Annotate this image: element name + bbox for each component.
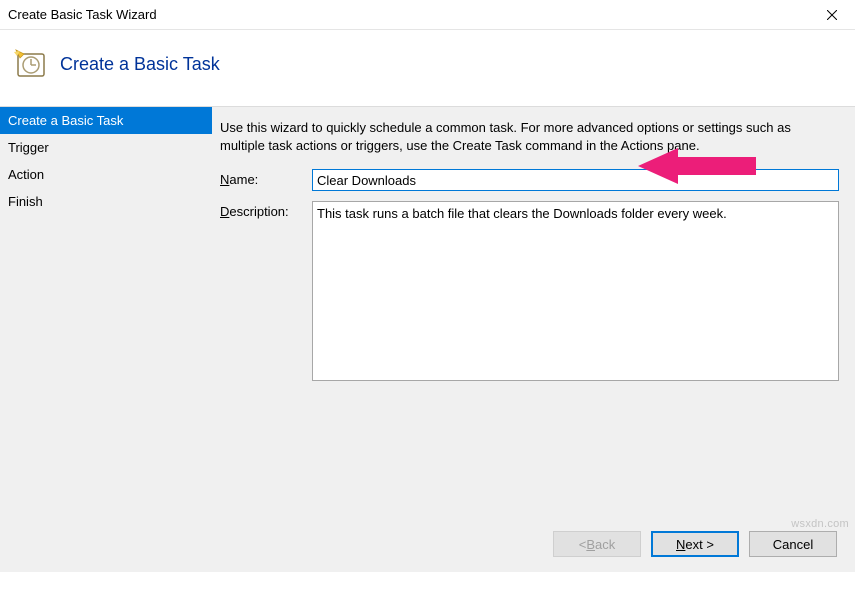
wizard-icon xyxy=(14,48,46,80)
footer-buttons: < Back Next > Cancel xyxy=(0,516,855,572)
wizard-title: Create a Basic Task xyxy=(60,54,220,75)
main-panel: Use this wizard to quickly schedule a co… xyxy=(212,107,855,516)
next-button[interactable]: Next > xyxy=(651,531,739,557)
sidebar-item-create-basic-task[interactable]: Create a Basic Task xyxy=(0,107,212,134)
description-row: Description: xyxy=(220,201,839,381)
description-input[interactable] xyxy=(312,201,839,381)
name-label: Name: xyxy=(220,169,312,187)
wizard-steps-sidebar: Create a Basic Task Trigger Action Finis… xyxy=(0,107,212,516)
window-title: Create Basic Task Wizard xyxy=(8,7,157,22)
close-icon xyxy=(827,10,837,20)
sidebar-item-finish[interactable]: Finish xyxy=(0,188,212,215)
back-button: < Back xyxy=(553,531,641,557)
content-area: Create a Basic Task Trigger Action Finis… xyxy=(0,106,855,516)
intro-text: Use this wizard to quickly schedule a co… xyxy=(220,119,839,155)
titlebar: Create Basic Task Wizard xyxy=(0,0,855,30)
name-input[interactable] xyxy=(312,169,839,191)
sidebar-item-trigger[interactable]: Trigger xyxy=(0,134,212,161)
watermark-text: wsxdn.com xyxy=(791,518,849,530)
description-label: Description: xyxy=(220,201,312,219)
cancel-button[interactable]: Cancel xyxy=(749,531,837,557)
close-button[interactable] xyxy=(809,0,855,30)
name-row: Name: xyxy=(220,169,839,191)
wizard-header: Create a Basic Task xyxy=(0,30,855,106)
sidebar-item-action[interactable]: Action xyxy=(0,161,212,188)
